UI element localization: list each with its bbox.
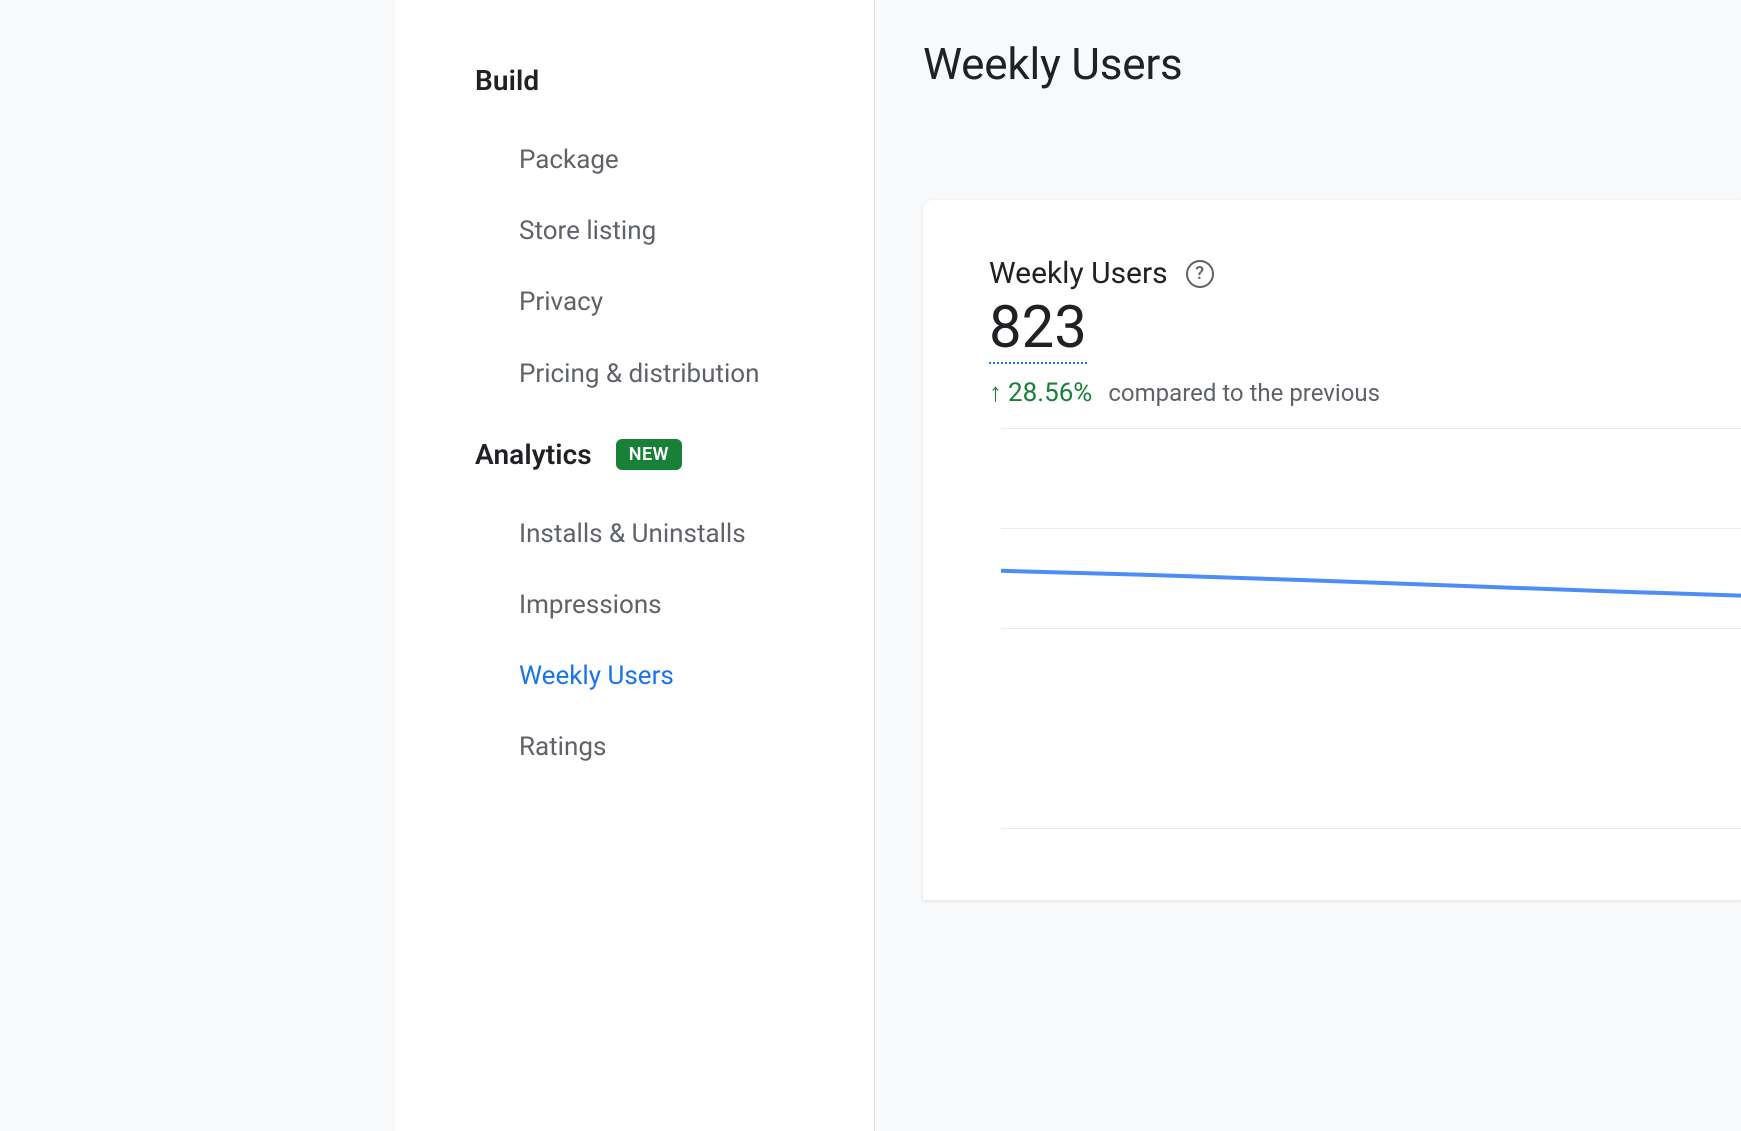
app-layout: Build Package Store listing Privacy Pric…	[0, 0, 1741, 1131]
card-title: Weekly Users	[989, 256, 1168, 291]
delta-row: ↑ 28.56% compared to the previous	[989, 378, 1741, 408]
sidebar-item-label: Store listing	[519, 216, 656, 246]
sidebar-item-impressions[interactable]: Impressions	[475, 570, 834, 641]
sidebar-item-store-listing[interactable]: Store listing	[475, 196, 834, 267]
arrow-up-icon: ↑	[989, 380, 1002, 406]
section-header-build: Build	[475, 64, 834, 97]
sidebar-item-label: Weekly Users	[519, 661, 674, 691]
sidebar-item-label: Package	[519, 145, 619, 175]
sidebar-item-package[interactable]: Package	[475, 125, 834, 196]
sidebar-item-label: Impressions	[519, 590, 662, 620]
sidebar-item-installs-uninstalls[interactable]: Installs & Uninstalls	[475, 499, 834, 570]
main-content: Weekly Users Weekly Users ? 823 ↑ 28.56%…	[875, 0, 1741, 1131]
sidebar-item-pricing-distribution[interactable]: Pricing & distribution	[475, 339, 834, 410]
sidebar-item-weekly-users[interactable]: Weekly Users	[475, 641, 834, 712]
section-title-build: Build	[475, 64, 539, 97]
section-title-analytics: Analytics	[475, 438, 592, 471]
page-title: Weekly Users	[923, 38, 1741, 90]
sidebar-item-label: Installs & Uninstalls	[519, 519, 746, 549]
sidebar-item-label: Pricing & distribution	[519, 359, 760, 389]
metric-value: 823	[989, 295, 1087, 364]
badge-new: NEW	[616, 439, 682, 470]
sidebar-item-label: Privacy	[519, 287, 603, 317]
weekly-users-card: Weekly Users ? 823 ↑ 28.56% compared to …	[923, 200, 1741, 900]
help-icon[interactable]: ?	[1186, 260, 1214, 288]
chart-series-line	[1001, 570, 1741, 600]
metric-value-wrap: 823	[989, 295, 1741, 372]
section-header-analytics: Analytics NEW	[475, 438, 834, 471]
left-gutter	[0, 0, 395, 1131]
delta-positive: ↑ 28.56%	[989, 378, 1092, 408]
sidebar-item-ratings[interactable]: Ratings	[475, 712, 834, 783]
delta-compare-text: compared to the previous	[1108, 379, 1380, 407]
chart-line-svg	[1001, 428, 1741, 848]
sidebar: Build Package Store listing Privacy Pric…	[395, 0, 875, 1131]
sidebar-item-label: Ratings	[519, 732, 606, 762]
delta-percent: 28.56%	[1008, 378, 1092, 408]
card-title-row: Weekly Users ?	[989, 256, 1741, 291]
weekly-users-chart	[989, 428, 1741, 848]
sidebar-item-privacy[interactable]: Privacy	[475, 267, 834, 338]
